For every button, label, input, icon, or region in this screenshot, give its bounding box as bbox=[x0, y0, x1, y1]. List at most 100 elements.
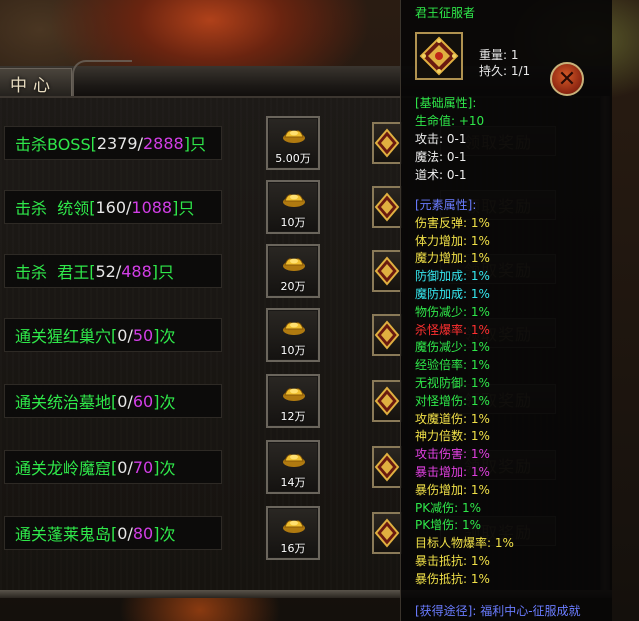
emblem-slot[interactable] bbox=[372, 186, 402, 228]
task-description: 通关统治墓地[0/60] 次 bbox=[4, 384, 222, 418]
tooltip-attribute-line: 暴击增加: 1% bbox=[415, 465, 490, 479]
task-prefix: 击杀 bbox=[15, 263, 48, 282]
tooltip-attribute-line: [元素属性]: bbox=[415, 198, 477, 212]
emblem-icon bbox=[374, 128, 400, 158]
task-prefix: 击杀 bbox=[15, 199, 48, 218]
task-total: 50 bbox=[132, 325, 154, 345]
close-icon: ✕ bbox=[557, 66, 577, 92]
gold-ingot-icon bbox=[283, 520, 305, 533]
task-done: 52 bbox=[95, 261, 116, 281]
task-gap bbox=[47, 198, 57, 217]
tooltip-attribute-line: 攻魔道伤: 1% bbox=[415, 412, 490, 426]
task-total: 60 bbox=[132, 391, 154, 411]
close-button[interactable]: ✕ bbox=[550, 62, 584, 96]
task-total: 1088 bbox=[131, 197, 173, 217]
tooltip-source-text: [获得途径]: 福利中心-征服成就 bbox=[415, 604, 581, 618]
emblem-icon bbox=[374, 386, 400, 416]
emblem-slot[interactable] bbox=[372, 314, 402, 356]
tooltip-attribute-line: [基础属性]: bbox=[415, 96, 477, 110]
tooltip-attribute-line: 对怪增伤: 1% bbox=[415, 394, 490, 408]
reward-slot[interactable]: 16万 bbox=[266, 506, 320, 560]
tooltip-attribute-line: 防御加成: 1% bbox=[415, 269, 490, 283]
emblem-slot[interactable] bbox=[372, 446, 402, 488]
tooltip-attribute-line: 魔伤减少: 1% bbox=[415, 340, 490, 354]
reward-slot[interactable]: 14万 bbox=[266, 440, 320, 494]
task-unit: 次 bbox=[159, 525, 176, 544]
task-unit: 次 bbox=[159, 393, 176, 412]
task-total: 70 bbox=[132, 457, 154, 477]
task-done: 0 bbox=[117, 325, 128, 345]
reward-slot[interactable]: 5.00万 bbox=[266, 116, 320, 170]
emblem-slot[interactable] bbox=[372, 512, 402, 554]
reward-amount: 12万 bbox=[280, 410, 306, 423]
tooltip-attribute-line: 攻击伤害: 1% bbox=[415, 447, 490, 461]
tooltip-attribute-line: 无视防御: 1% bbox=[415, 376, 490, 390]
gold-ingot-icon bbox=[283, 388, 305, 401]
conqueror-emblem-icon bbox=[419, 36, 459, 76]
reward-slot[interactable]: 10万 bbox=[266, 308, 320, 362]
reward-slot[interactable]: 10万 bbox=[266, 180, 320, 234]
reward-amount: 16万 bbox=[280, 542, 306, 555]
task-done: 0 bbox=[117, 391, 128, 411]
tooltip-attribute-line: 生命值: +10 bbox=[415, 114, 485, 128]
panel-tab-title: 中心 bbox=[0, 68, 72, 98]
task-total: 2888 bbox=[142, 133, 184, 153]
task-prefix: 通关统治墓地 bbox=[15, 393, 112, 412]
task-prefix: 通关龙岭魔窟 bbox=[15, 459, 112, 478]
reward-slot[interactable]: 20万 bbox=[266, 244, 320, 298]
task-unit: 次 bbox=[159, 327, 176, 346]
emblem-slot[interactable] bbox=[372, 250, 402, 292]
tooltip-attribute-line: 神力倍数: 1% bbox=[415, 429, 490, 443]
tooltip-attribute-line: 杀怪爆率: 1% bbox=[415, 323, 490, 337]
task-prefix: 通关猩红巢穴 bbox=[15, 327, 112, 346]
tooltip-weight: 重量: 1 bbox=[479, 48, 519, 62]
tooltip-attribute-line: 魔防加成: 1% bbox=[415, 287, 490, 301]
tooltip-attribute-line: 暴伤增加: 1% bbox=[415, 483, 490, 497]
task-description: 击杀BOSS[2379/2888] 只 bbox=[4, 126, 222, 160]
emblem-slot[interactable] bbox=[372, 380, 402, 422]
task-prefix: 击杀BOSS bbox=[15, 135, 91, 154]
task-target: 统领 bbox=[57, 199, 90, 218]
reward-slot[interactable]: 12万 bbox=[266, 374, 320, 428]
tooltip-title: 君王征服者 bbox=[415, 6, 476, 20]
task-total: 488 bbox=[121, 261, 152, 281]
emblem-icon bbox=[374, 452, 400, 482]
tooltip-attribute-line: PK增伤: 1% bbox=[415, 518, 482, 532]
tooltip-attribute-line: 暴击抵抗: 1% bbox=[415, 554, 490, 568]
tooltip-attribute-line: PK减伤: 1% bbox=[415, 501, 482, 515]
task-gap bbox=[47, 262, 57, 281]
gold-ingot-icon bbox=[283, 194, 305, 207]
gold-ingot-icon bbox=[283, 130, 305, 143]
task-done: 2379 bbox=[96, 133, 138, 153]
tooltip-attribute-line: 目标人物爆率: 1% bbox=[415, 536, 514, 550]
tooltip-source: [获得途径]: 福利中心-征服成就 bbox=[415, 602, 581, 619]
task-description: 击杀 君王[52/488] 只 bbox=[4, 254, 222, 288]
task-description: 通关蓬莱鬼岛[0/80] 次 bbox=[4, 516, 222, 550]
task-total: 80 bbox=[132, 523, 154, 543]
item-tooltip: 君王征服者 重量: 1 持久: 1/1 [基础属性]: 生命值: +10 攻击: 0… bbox=[400, 0, 612, 621]
panel-ornament bbox=[72, 60, 132, 100]
gold-ingot-icon bbox=[283, 322, 305, 335]
task-done: 0 bbox=[117, 457, 128, 477]
task-done: 160 bbox=[95, 197, 126, 217]
panel-title-label: 中心 bbox=[10, 75, 56, 96]
task-unit: 只 bbox=[158, 263, 175, 282]
task-done: 0 bbox=[117, 523, 128, 543]
task-target: 君王 bbox=[57, 263, 90, 282]
reward-amount: 20万 bbox=[280, 280, 306, 293]
emblem-icon bbox=[374, 518, 400, 548]
reward-amount: 10万 bbox=[280, 344, 306, 357]
tooltip-attribute-line: 魔法: 0-1 bbox=[415, 150, 467, 164]
reward-amount: 14万 bbox=[280, 476, 306, 489]
emblem-slot[interactable] bbox=[372, 122, 402, 164]
tooltip-attribute-line: 道术: 0-1 bbox=[415, 168, 467, 182]
tooltip-attribute-line: 攻击: 0-1 bbox=[415, 132, 467, 146]
gold-ingot-icon bbox=[283, 454, 305, 467]
reward-amount: 10万 bbox=[280, 216, 306, 229]
emblem-icon bbox=[374, 192, 400, 222]
reward-amount: 5.00万 bbox=[275, 152, 311, 165]
tooltip-durability: 持久: 1/1 bbox=[479, 64, 531, 78]
tooltip-attribute-line: 伤害反弹: 1% bbox=[415, 216, 490, 230]
task-description: 通关龙岭魔窟[0/70] 次 bbox=[4, 450, 222, 484]
tooltip-item-slot bbox=[415, 32, 463, 80]
